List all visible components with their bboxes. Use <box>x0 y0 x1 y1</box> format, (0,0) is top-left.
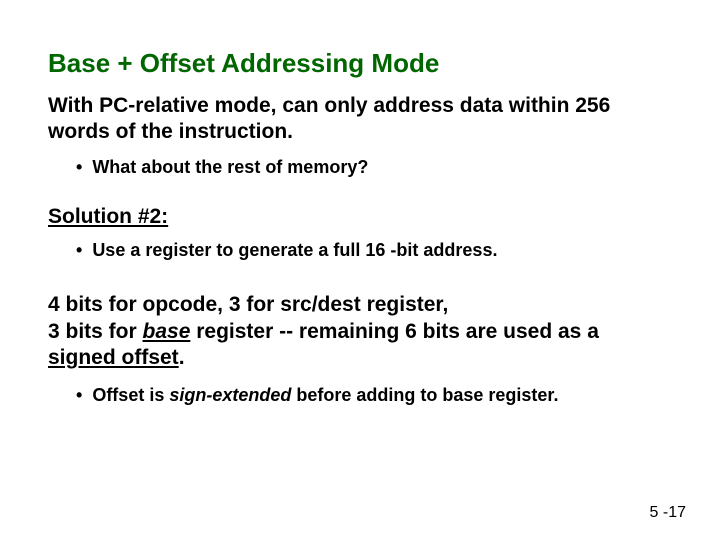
offset-bullet-text: Offset is sign-extended before adding to… <box>92 385 558 406</box>
slide-title: Base + Offset Addressing Mode <box>48 48 672 79</box>
bullet-icon: • <box>76 239 82 262</box>
signed-offset-underline: signed offset <box>48 346 179 369</box>
base-italic: base <box>143 320 191 343</box>
offset-bullet: • Offset is sign-extended before adding … <box>76 385 672 406</box>
bullet-icon: • <box>76 156 82 179</box>
offset-pre: Offset is <box>92 385 169 405</box>
bullet-icon: • <box>76 385 82 406</box>
page-number: 5 -17 <box>650 504 686 522</box>
bullet-text: Use a register to generate a full 16 -bi… <box>92 239 497 262</box>
bits-line2-mid: register -- remaining 6 bits are used as… <box>190 320 599 343</box>
bullet-text: What about the rest of memory? <box>92 156 368 179</box>
solution-heading: Solution #2: <box>48 205 672 229</box>
offset-em: sign-extended <box>169 385 291 405</box>
base-underline: base <box>143 320 191 343</box>
bullet-list-1: • What about the rest of memory? <box>76 156 672 179</box>
intro-paragraph: With PC-relative mode, can only address … <box>48 93 672 146</box>
list-item: • Use a register to generate a full 16 -… <box>76 239 672 262</box>
bits-period: . <box>179 346 185 369</box>
offset-post: before adding to base register. <box>291 385 558 405</box>
bits-line2-pre: 3 bits for <box>48 320 143 343</box>
bits-line1: 4 bits for opcode, 3 for src/dest regist… <box>48 293 448 316</box>
list-item: • What about the rest of memory? <box>76 156 672 179</box>
bullet-list-2: • Use a register to generate a full 16 -… <box>76 239 672 262</box>
bits-paragraph: 4 bits for opcode, 3 for src/dest regist… <box>48 292 672 371</box>
